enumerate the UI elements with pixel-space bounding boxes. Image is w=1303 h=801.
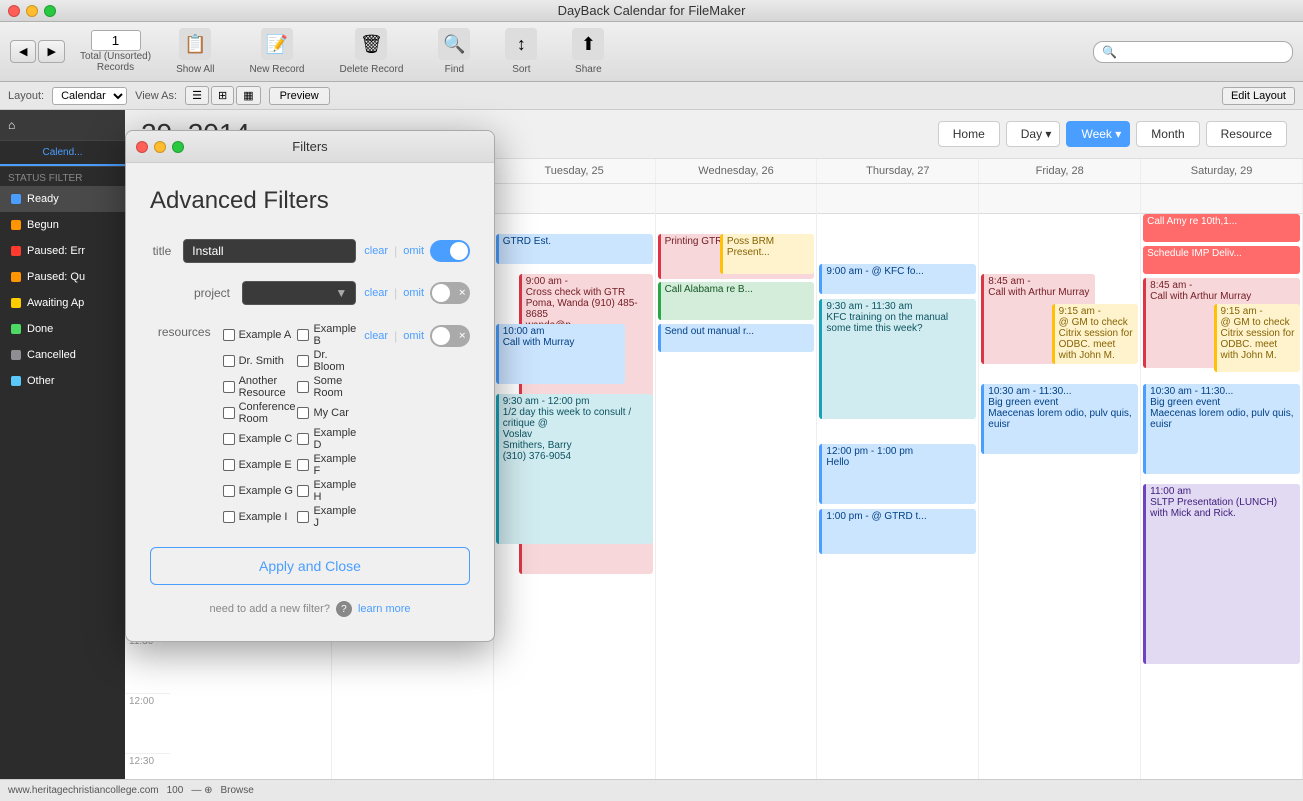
resource-checkbox[interactable] [223,485,235,497]
modal-title-bar: Filters [126,131,494,163]
resource-item[interactable]: Some Room [297,375,356,399]
resource-checkbox[interactable] [297,459,309,471]
project-filter-actions: clear | omit [364,282,470,304]
help-text: need to add a new filter? [209,603,329,615]
resource-item[interactable]: Another Resource [223,375,296,399]
resource-item[interactable]: Example G [223,479,296,503]
resources-toggle-knob [432,327,450,345]
modal-maximize-button[interactable] [172,141,184,153]
resource-label: Dr. Smith [239,355,284,367]
resource-checkbox[interactable] [223,355,235,367]
title-filter-row: title clear | omit [150,239,470,263]
title-filter-label: title [150,244,171,258]
chevron-down-icon: ▼ [335,286,347,300]
title-omit-link[interactable]: omit [403,245,424,257]
learn-more-link[interactable]: learn more [358,603,411,615]
filters-modal: Filters Advanced Filters title clear | o… [125,130,495,642]
resource-checkbox[interactable] [297,381,309,393]
project-clear-link[interactable]: clear [364,287,388,299]
resources-omit-link[interactable]: omit [403,330,424,342]
resource-item[interactable]: Conference Room [223,401,296,425]
resources-section: Example A Example B Dr. Smith Dr. Bloom Anot… [223,323,357,529]
resource-label: Conference Room [239,401,296,425]
resources-clear-link[interactable]: clear [364,330,388,342]
title-filter-input[interactable] [183,239,356,263]
resource-checkbox[interactable] [223,407,235,419]
title-clear-link[interactable]: clear [364,245,388,257]
resource-item[interactable]: Example E [223,453,296,477]
resources-label: resources [150,325,211,339]
resource-item[interactable]: Example D [297,427,356,451]
resource-item[interactable]: Example A [223,323,296,347]
modal-title: Filters [292,139,327,154]
modal-overlay: Filters Advanced Filters title clear | o… [0,0,1303,801]
modal-close-button[interactable] [136,141,148,153]
resource-checkbox[interactable] [223,433,235,445]
resources-separator: | [394,329,397,343]
resources-list: Example A Example B Dr. Smith Dr. Bloom Anot… [223,323,357,529]
resource-label: Example J [313,505,356,529]
modal-window-controls [136,141,184,153]
resource-checkbox[interactable] [223,329,235,341]
resource-label: Example D [313,427,356,451]
resource-label: Example H [313,479,356,503]
resource-label: Example C [239,433,293,445]
resource-label: Another Resource [239,375,296,399]
apply-close-button[interactable]: Apply and Close [150,547,470,585]
resource-label: Example G [239,485,293,497]
help-icon[interactable]: ? [336,601,352,617]
resource-item[interactable]: Example J [297,505,356,529]
title-toggle-knob [450,242,468,260]
resource-item[interactable]: Dr. Bloom [297,349,356,373]
resource-item[interactable]: Example H [297,479,356,503]
help-row: need to add a new filter? ? learn more [150,601,470,617]
project-omit-link[interactable]: omit [403,287,424,299]
resource-checkbox[interactable] [223,511,235,523]
resource-label: My Car [313,407,348,419]
modal-minimize-button[interactable] [154,141,166,153]
project-toggle[interactable] [430,282,470,304]
resource-checkbox[interactable] [297,511,309,523]
resource-checkbox[interactable] [297,485,309,497]
modal-heading: Advanced Filters [150,187,470,215]
resource-checkbox[interactable] [223,459,235,471]
resource-label: Example A [239,329,292,341]
resource-label: Example I [239,511,288,523]
resource-item[interactable]: Example B [297,323,356,347]
resources-filter-actions: clear | omit [364,325,470,347]
resource-label: Dr. Bloom [313,349,356,373]
resource-item[interactable]: My Car [297,401,356,425]
project-filter-row: project ▼ clear | omit [150,281,470,305]
resource-checkbox[interactable] [223,381,235,393]
project-toggle-knob [432,284,450,302]
resource-item[interactable]: Dr. Smith [223,349,296,373]
project-filter-label: project [150,286,230,300]
resource-item[interactable]: Example F [297,453,356,477]
resource-item[interactable]: Example I [223,505,296,529]
title-toggle[interactable] [430,240,470,262]
title-separator: | [394,244,397,258]
resource-checkbox[interactable] [297,407,309,419]
title-filter-actions: clear | omit [364,240,470,262]
resource-checkbox[interactable] [297,433,309,445]
resources-toggle[interactable] [430,325,470,347]
resource-label: Some Room [313,375,356,399]
resource-label: Example B [313,323,356,347]
project-separator: | [394,286,397,300]
project-dropdown[interactable]: ▼ [242,281,356,305]
resource-checkbox[interactable] [297,355,309,367]
resource-checkbox[interactable] [297,329,309,341]
resource-label: Example F [313,453,356,477]
resource-label: Example E [239,459,292,471]
resources-filter-row: resources Example A Example B Dr. Smith Dr.… [150,323,470,529]
resource-item[interactable]: Example C [223,427,296,451]
modal-body: Advanced Filters title clear | omit proj… [126,163,494,641]
